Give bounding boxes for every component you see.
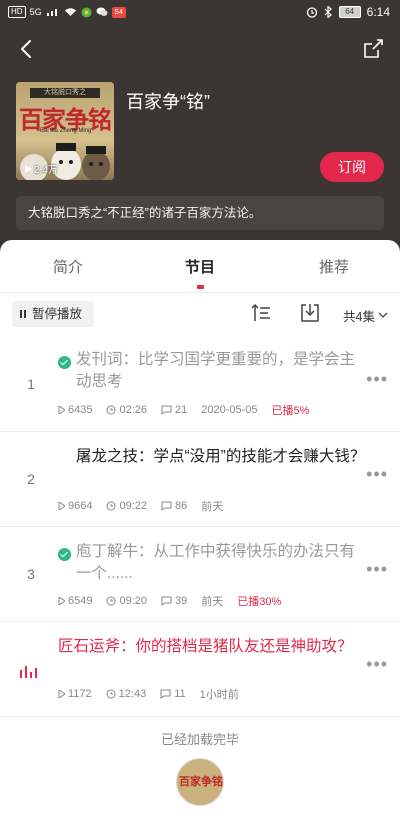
tab-bar: 简介 节目 推荐	[0, 240, 400, 292]
episode-comments: 11	[174, 688, 186, 700]
episode-duration: 09:22	[119, 500, 148, 512]
download-icon[interactable]	[299, 302, 321, 324]
episode-title: 匠石运斧：你的搭档是猪队友还是神助攻？	[58, 638, 353, 655]
content-sheet: 简介 节目 推荐 暂停播放 共4集 1 发刊词：比学习国学更重要的，是学会主动思…	[0, 240, 400, 816]
comment-icon	[161, 501, 172, 511]
episode-title: 庖丁解牛：从工作中获得快乐的办法只有一个......	[76, 543, 356, 582]
episode-date: 2020-05-05	[201, 404, 258, 416]
play-count-icon	[58, 597, 65, 605]
chevron-down-icon	[378, 312, 388, 318]
episode-meta: 6549 09:20 39 前天 已播30%	[58, 593, 295, 609]
app-icon	[81, 7, 92, 17]
play-count-icon	[25, 164, 32, 173]
tab-intro[interactable]: 简介	[28, 256, 108, 277]
more-icon[interactable]: •••	[366, 464, 388, 485]
episode-plays: 1172	[68, 688, 92, 700]
app-badge: S4	[111, 6, 126, 18]
episode-plays: 6549	[68, 595, 93, 607]
episode-meta: 6435 02:26 21 2020-05-05 已播5%	[58, 402, 323, 418]
wifi-icon	[64, 8, 76, 16]
status-bar: HD 5G S4 64 6:14	[0, 0, 400, 26]
comment-icon	[161, 405, 172, 415]
play-count-icon	[58, 690, 65, 698]
signal-icon	[46, 9, 57, 16]
episode-meta: 9664 09:22 86 前天	[58, 498, 237, 514]
pause-label: 暂停播放	[32, 307, 83, 321]
played-check-icon	[58, 548, 71, 561]
play-count: 2.4万	[24, 161, 58, 176]
episode-progress: 已播5%	[271, 405, 310, 417]
clock-icon	[106, 405, 116, 415]
more-icon[interactable]: •••	[366, 654, 388, 675]
episode-row[interactable]: 3 庖丁解牛：从工作中获得快乐的办法只有一个...... 6549 09:20 …	[0, 527, 400, 622]
cover-subtitle: Bai Jia Zheng Ming	[40, 128, 92, 134]
episode-comments: 86	[175, 500, 188, 512]
back-arrow-icon[interactable]	[14, 36, 40, 62]
network-chip: HD	[8, 6, 26, 18]
episode-progress: 已播30%	[237, 596, 282, 608]
cover-banner: 大铭脱口秀之	[30, 88, 100, 98]
episode-plays: 9664	[68, 500, 93, 512]
battery-indicator: 64	[338, 6, 361, 18]
mini-player-cover[interactable]: 百家争铭	[176, 758, 224, 806]
episode-title: 发刊词：比学习国学更重要的，是学会主动思考	[76, 351, 356, 390]
episode-row[interactable]: 1 发刊词：比学习国学更重要的，是学会主动思考 6435 02:26 21 20…	[0, 337, 400, 432]
episode-index: 3	[27, 566, 35, 582]
clock-icon	[106, 596, 116, 606]
tab-episodes[interactable]: 节目	[160, 256, 240, 277]
divider	[0, 292, 400, 293]
play-count-value: 2.4万	[34, 165, 58, 176]
episode-meta: 1172 12:43 11 1小时前	[58, 686, 253, 702]
now-playing-icon	[20, 666, 37, 678]
subscribe-button[interactable]: 订阅	[320, 152, 384, 182]
chat-icon	[96, 7, 108, 16]
episode-date: 前天	[201, 596, 224, 608]
tab-active-indicator	[197, 285, 204, 289]
episode-title: 屠龙之技：学点“没用”的技能才会赚大钱？	[76, 448, 366, 465]
episode-duration: 09:20	[119, 595, 148, 607]
clock-icon	[106, 501, 116, 511]
episode-toolbar: 暂停播放 共4集	[0, 298, 400, 332]
sort-icon[interactable]	[250, 302, 272, 324]
episode-comments: 21	[175, 404, 188, 416]
album-cover[interactable]: 大铭脱口秀之 百家争铭 Bai Jia Zheng Ming 2.4万	[16, 82, 114, 180]
episode-date: 前天	[201, 501, 224, 513]
clock-icon	[106, 689, 116, 699]
comment-icon	[160, 689, 171, 699]
episode-duration: 02:26	[119, 404, 148, 416]
episode-count-label: 共4集	[343, 310, 375, 324]
episode-row[interactable]: 2 屠龙之技：学点“没用”的技能才会赚大钱？ 9664 09:22 86 前天 …	[0, 432, 400, 527]
album-description[interactable]: 大铭脱口秀之“不正经”的诸子百家方法论。	[16, 196, 384, 230]
play-count-icon	[58, 502, 65, 510]
episode-comments: 39	[175, 595, 188, 607]
album-title: 百家争“铭”	[126, 92, 210, 112]
share-icon[interactable]	[360, 36, 386, 62]
bluetooth-icon	[324, 6, 332, 18]
album-header: HD 5G S4 64 6:14 大铭脱口秀之 百家争铭 Bai Jia Zhe…	[0, 0, 400, 262]
more-icon[interactable]: •••	[366, 559, 388, 580]
comment-icon	[161, 596, 172, 606]
episode-date: 1小时前	[199, 689, 239, 701]
signal-indicator: 5G	[29, 7, 42, 17]
pause-icon	[20, 310, 26, 318]
alarm-icon	[306, 7, 317, 18]
played-check-icon	[58, 356, 71, 369]
episode-plays: 6435	[68, 404, 93, 416]
tab-recommend[interactable]: 推荐	[294, 256, 374, 277]
episode-index: 1	[27, 376, 35, 392]
mini-cover-title: 百家争铭	[179, 775, 223, 788]
play-count-icon	[58, 406, 65, 414]
episode-duration: 12:43	[118, 688, 147, 700]
more-icon[interactable]: •••	[366, 369, 388, 390]
clock: 6:14	[366, 5, 390, 19]
episode-count-selector[interactable]: 共4集	[343, 306, 388, 325]
episode-index: 2	[27, 471, 35, 487]
episode-row-current[interactable]: 匠石运斧：你的搭档是猪队友还是神助攻？ 1172 12:43 11 1小时前 •…	[0, 622, 400, 717]
pause-playback-button[interactable]: 暂停播放	[12, 301, 94, 327]
loaded-all-text: 已经加载完毕	[160, 732, 239, 747]
